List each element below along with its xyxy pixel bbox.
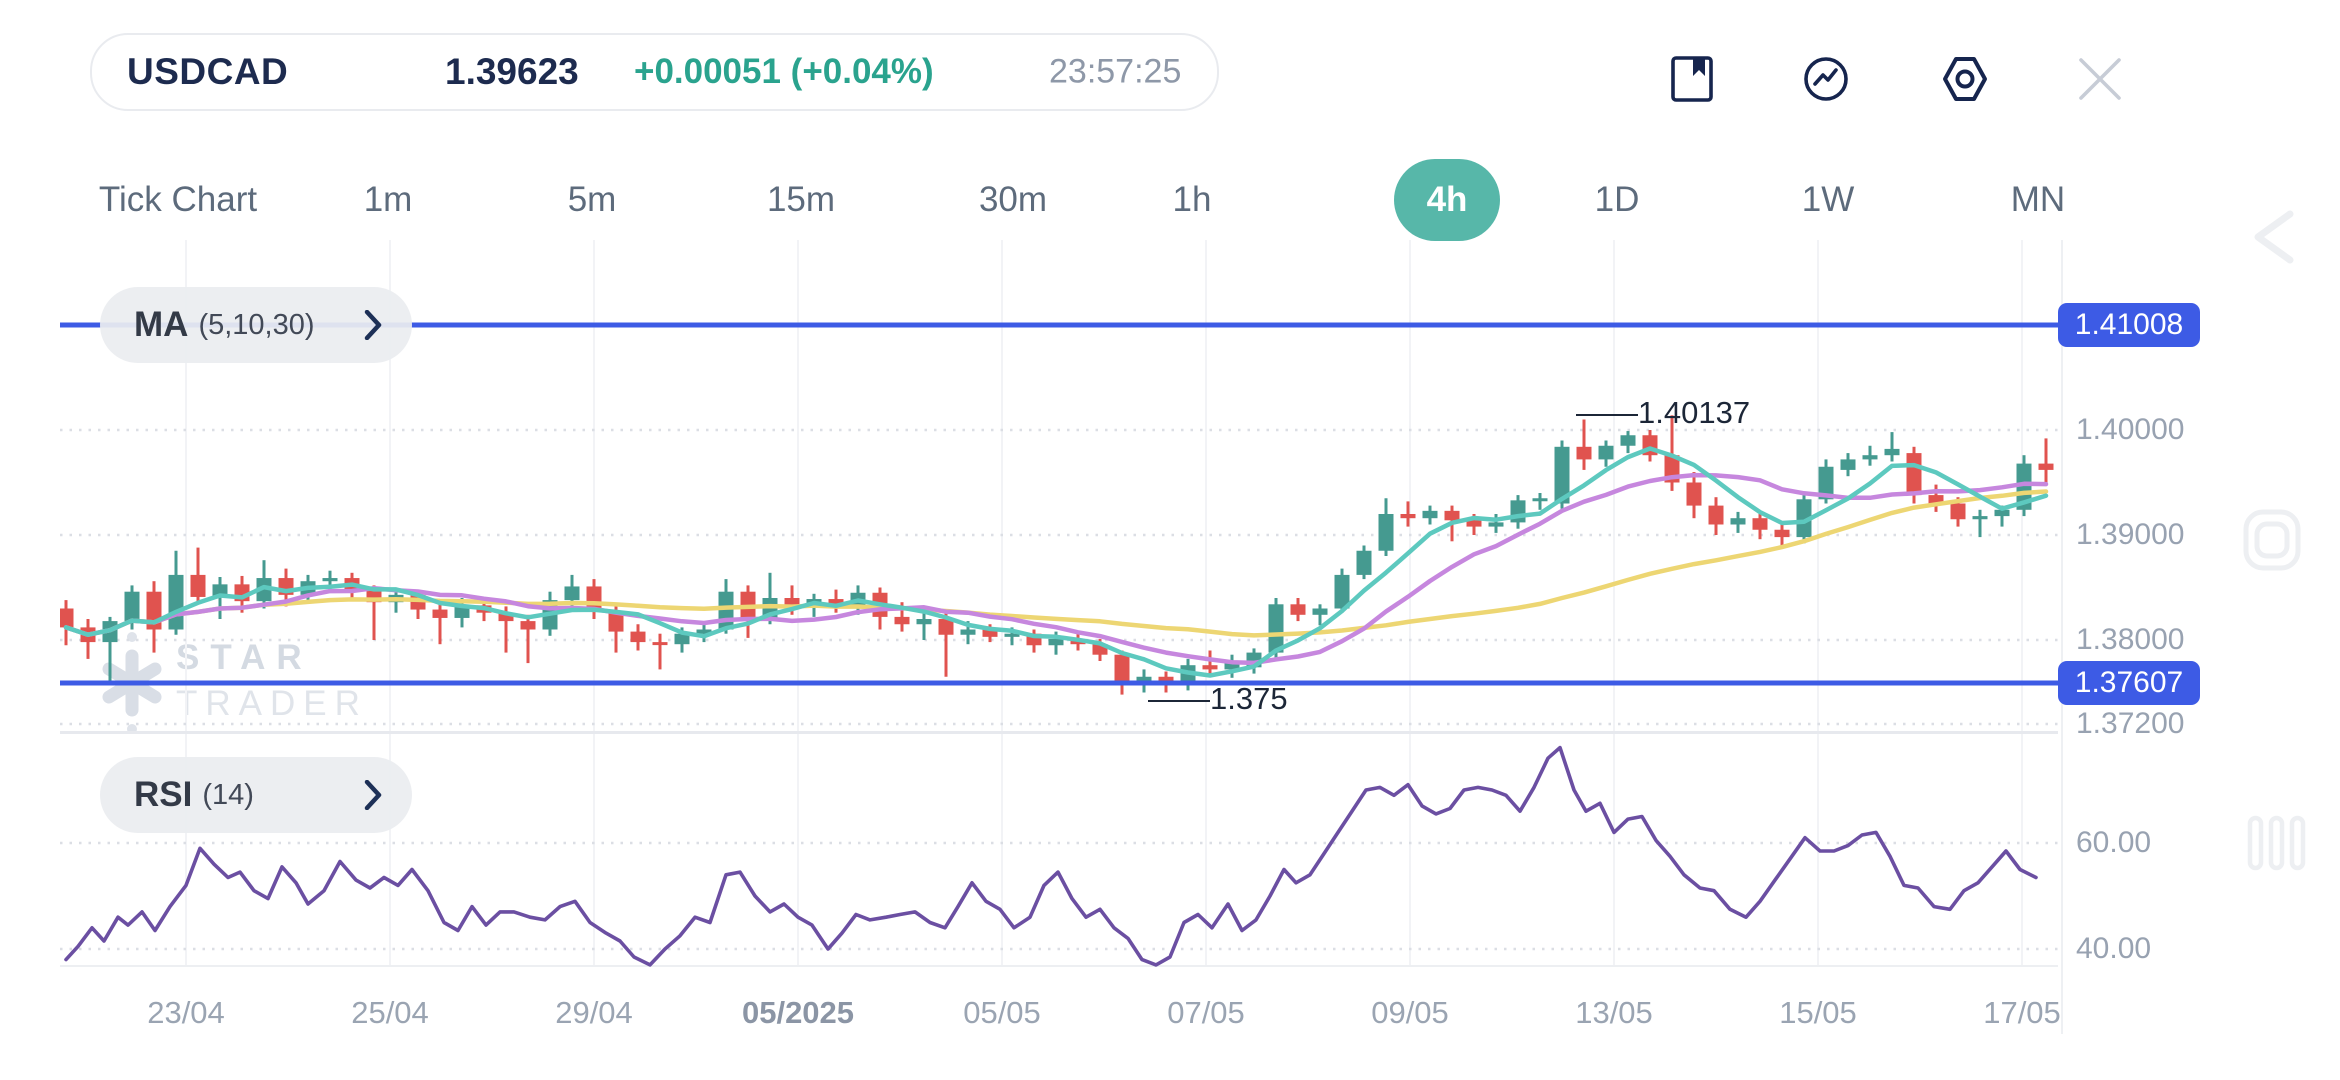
time-axis-label: 15/05 [1779, 995, 1857, 1031]
timeframe-tab-4h[interactable]: 4h [1394, 159, 1500, 241]
time-axis-label: 13/05 [1575, 995, 1653, 1031]
time-axis-label: 07/05 [1167, 995, 1245, 1031]
timeframe-tab-1w[interactable]: 1W [1802, 180, 1855, 220]
timeframe-tab-5m[interactable]: 5m [568, 180, 617, 220]
close-icon[interactable] [2076, 55, 2124, 103]
timeframe-tab-1m[interactable]: 1m [364, 180, 413, 220]
price-annotation: ——1.40137 [1576, 395, 1750, 431]
rsi-indicator-button[interactable]: RSI (14) [100, 757, 412, 833]
rsi-params: (14) [202, 779, 254, 812]
price-axis-label: 1.37200 [2076, 707, 2184, 741]
price-axis-label: 1.38000 [2076, 623, 2184, 657]
time-axis-label: 17/05 [1983, 995, 2061, 1031]
timeframe-tab-1h[interactable]: 1h [1173, 180, 1212, 220]
indicator-chart-icon[interactable] [1802, 55, 1850, 103]
last-price: 1.39623 [445, 51, 579, 93]
ma-params: (5,10,30) [198, 309, 314, 342]
symbol-name: USDCAD [127, 51, 288, 93]
candlestick-chart[interactable] [0, 0, 2340, 1080]
panel-collapse-chevron-icon[interactable] [2242, 206, 2312, 276]
time-axis-label: 09/05 [1371, 995, 1449, 1031]
chevron-right-icon [364, 310, 382, 340]
drawing-tool-icon[interactable] [2240, 508, 2310, 578]
time-axis-label: 29/04 [555, 995, 633, 1031]
settings-icon[interactable] [1941, 55, 1989, 103]
price-annotation: ——1.375 [1148, 681, 1288, 717]
clock-time: 23:57:25 [1049, 53, 1181, 92]
time-axis-label: 05/05 [963, 995, 1041, 1031]
rsi-label: RSI [134, 775, 192, 815]
rsi-axis-label: 60.00 [2076, 826, 2151, 860]
rsi-axis-label: 40.00 [2076, 932, 2151, 966]
price-axis-label: 1.40000 [2076, 413, 2184, 447]
timeframe-tab-30m[interactable]: 30m [979, 180, 1047, 220]
timeframe-tab-15m[interactable]: 15m [767, 180, 835, 220]
timeframe-tab-mn[interactable]: MN [2011, 180, 2065, 220]
ma-indicator-button[interactable]: MA (5,10,30) [100, 287, 412, 363]
price-level-label[interactable]: 1.41008 [2058, 303, 2200, 347]
trading-chart-app: STAR TRADER USDCAD 1.39623 +0.00051 (+0.… [0, 0, 2340, 1080]
time-axis-label: 25/04 [351, 995, 429, 1031]
chevron-right-icon [364, 780, 382, 810]
price-level-label[interactable]: 1.37607 [2058, 661, 2200, 705]
ma-label: MA [134, 305, 188, 345]
time-axis-label: 05/2025 [742, 995, 854, 1031]
timeframe-tab-tick-chart[interactable]: Tick Chart [99, 180, 257, 220]
time-axis-label: 23/04 [147, 995, 225, 1031]
symbol-info-pill: USDCAD 1.39623 +0.00051 (+0.04%) 23:57:2… [90, 33, 1219, 111]
volume-bars-icon[interactable] [2244, 812, 2314, 876]
price-axis-label: 1.39000 [2076, 518, 2184, 552]
price-change: +0.00051 (+0.04%) [634, 52, 934, 92]
bookmark-icon[interactable] [1668, 55, 1716, 103]
timeframe-tab-1d[interactable]: 1D [1595, 180, 1640, 220]
